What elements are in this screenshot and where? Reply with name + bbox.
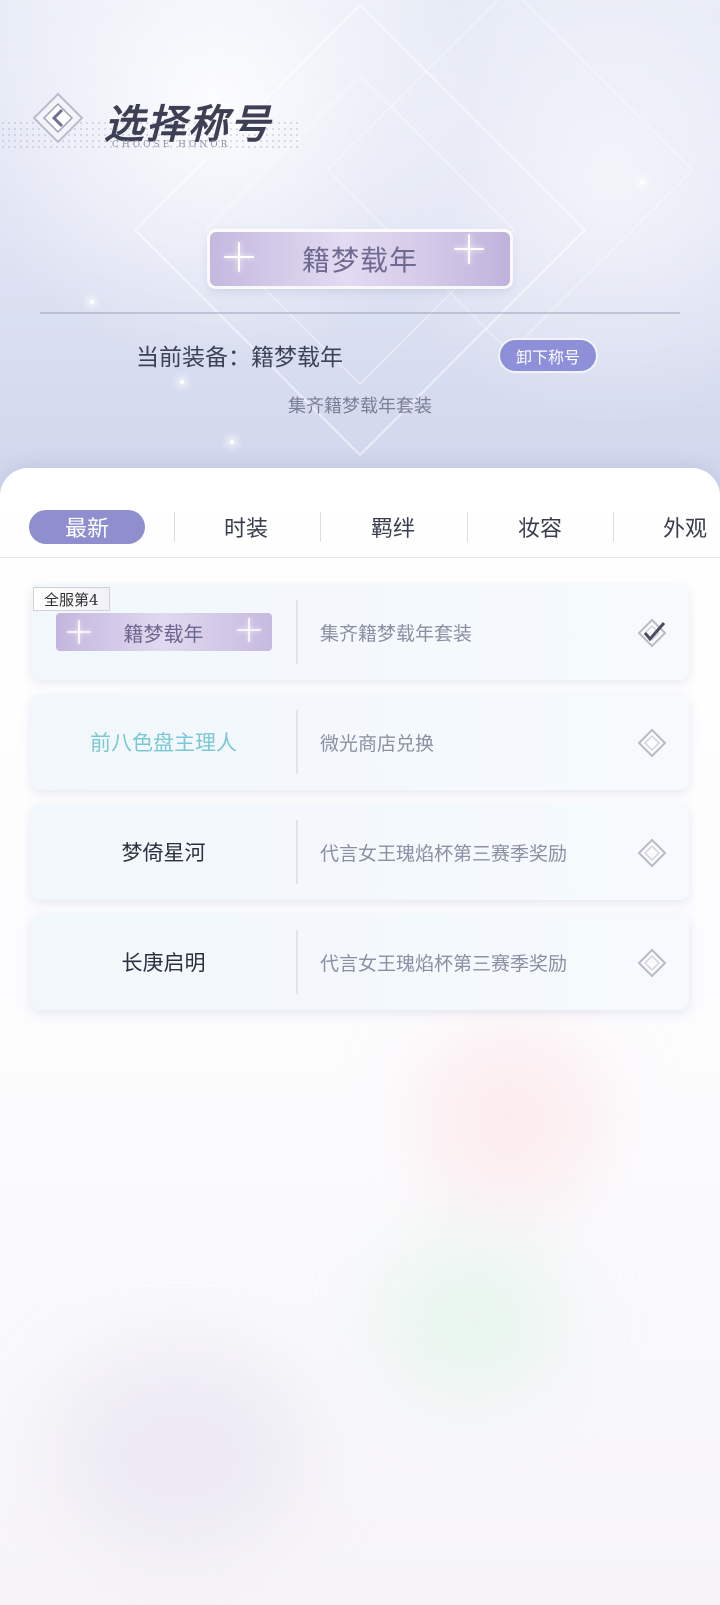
- title-row[interactable]: 前八色盘主理人 微光商店兑换: [31, 694, 689, 790]
- decor-glow: [420, 1028, 600, 1208]
- tab-separator: [467, 512, 468, 542]
- tab-separator: [320, 512, 321, 542]
- title-source: 集齐籍梦载年套装: [320, 622, 473, 645]
- tab-makeup[interactable]: 妆容: [482, 510, 598, 544]
- unequip-title-button[interactable]: 卸下称号: [500, 340, 596, 371]
- current-equip-description: 集齐籍梦载年套装: [288, 396, 432, 417]
- title-plate: 籍梦载年: [55, 613, 272, 651]
- tab-separator: [613, 512, 614, 542]
- tab-appearance[interactable]: 外观: [628, 510, 720, 544]
- sparkle: [640, 180, 644, 184]
- selected-diamond-check-icon[interactable]: [637, 618, 667, 648]
- divider: [40, 312, 680, 314]
- diamond-select-icon[interactable]: [637, 728, 667, 758]
- back-chevron-icon: [32, 92, 84, 144]
- sparkle: [180, 380, 184, 384]
- tab-separator: [174, 512, 175, 542]
- title-name: 长庚启明: [121, 951, 206, 975]
- category-tabs: 最新 时装 羁绊 妆容 外观: [0, 502, 720, 558]
- tab-fashion[interactable]: 时装: [188, 510, 304, 544]
- server-rank-badge: 全服第4: [33, 587, 110, 611]
- title-name: 梦倚星河: [121, 841, 206, 865]
- tab-latest[interactable]: 最新: [29, 510, 145, 544]
- current-title-plate: 籍梦载年: [210, 232, 510, 286]
- sparkle-icon: [237, 618, 261, 642]
- title-source: 代言女王瑰焰杯第三赛季奖励: [320, 952, 568, 975]
- current-equip-label: 当前装备：籍梦载年: [136, 345, 343, 371]
- title-row[interactable]: 梦倚星河 代言女王瑰焰杯第三赛季奖励: [31, 804, 689, 900]
- sparkle: [230, 440, 234, 444]
- sparkle-icon: [67, 620, 91, 644]
- row-separator: [296, 930, 298, 994]
- row-separator: [296, 600, 298, 664]
- title-source: 微光商店兑换: [320, 732, 435, 755]
- title-row[interactable]: 长庚启明 代言女王瑰焰杯第三赛季奖励: [31, 914, 689, 1010]
- diamond-select-icon[interactable]: [637, 838, 667, 868]
- decor-glow: [380, 1238, 560, 1398]
- back-button[interactable]: [28, 90, 84, 146]
- row-separator: [296, 710, 298, 774]
- decor-glow: [60, 1348, 300, 1548]
- page-subtitle: CHOOSE HONOR: [112, 140, 231, 150]
- title-row[interactable]: 籍梦载年 全服第4 集齐籍梦载年套装: [31, 584, 689, 680]
- row-separator: [296, 820, 298, 884]
- sparkle-icon: [224, 242, 254, 272]
- tab-bond[interactable]: 羁绊: [335, 510, 451, 544]
- sparkle-icon: [454, 234, 484, 264]
- title-name: 籍梦载年: [123, 621, 204, 646]
- sparkle: [90, 300, 94, 304]
- diamond-select-icon[interactable]: [637, 948, 667, 978]
- title-source: 代言女王瑰焰杯第三赛季奖励: [320, 842, 568, 865]
- title-name: 前八色盘主理人: [90, 731, 237, 755]
- current-title-text: 籍梦载年: [301, 244, 418, 277]
